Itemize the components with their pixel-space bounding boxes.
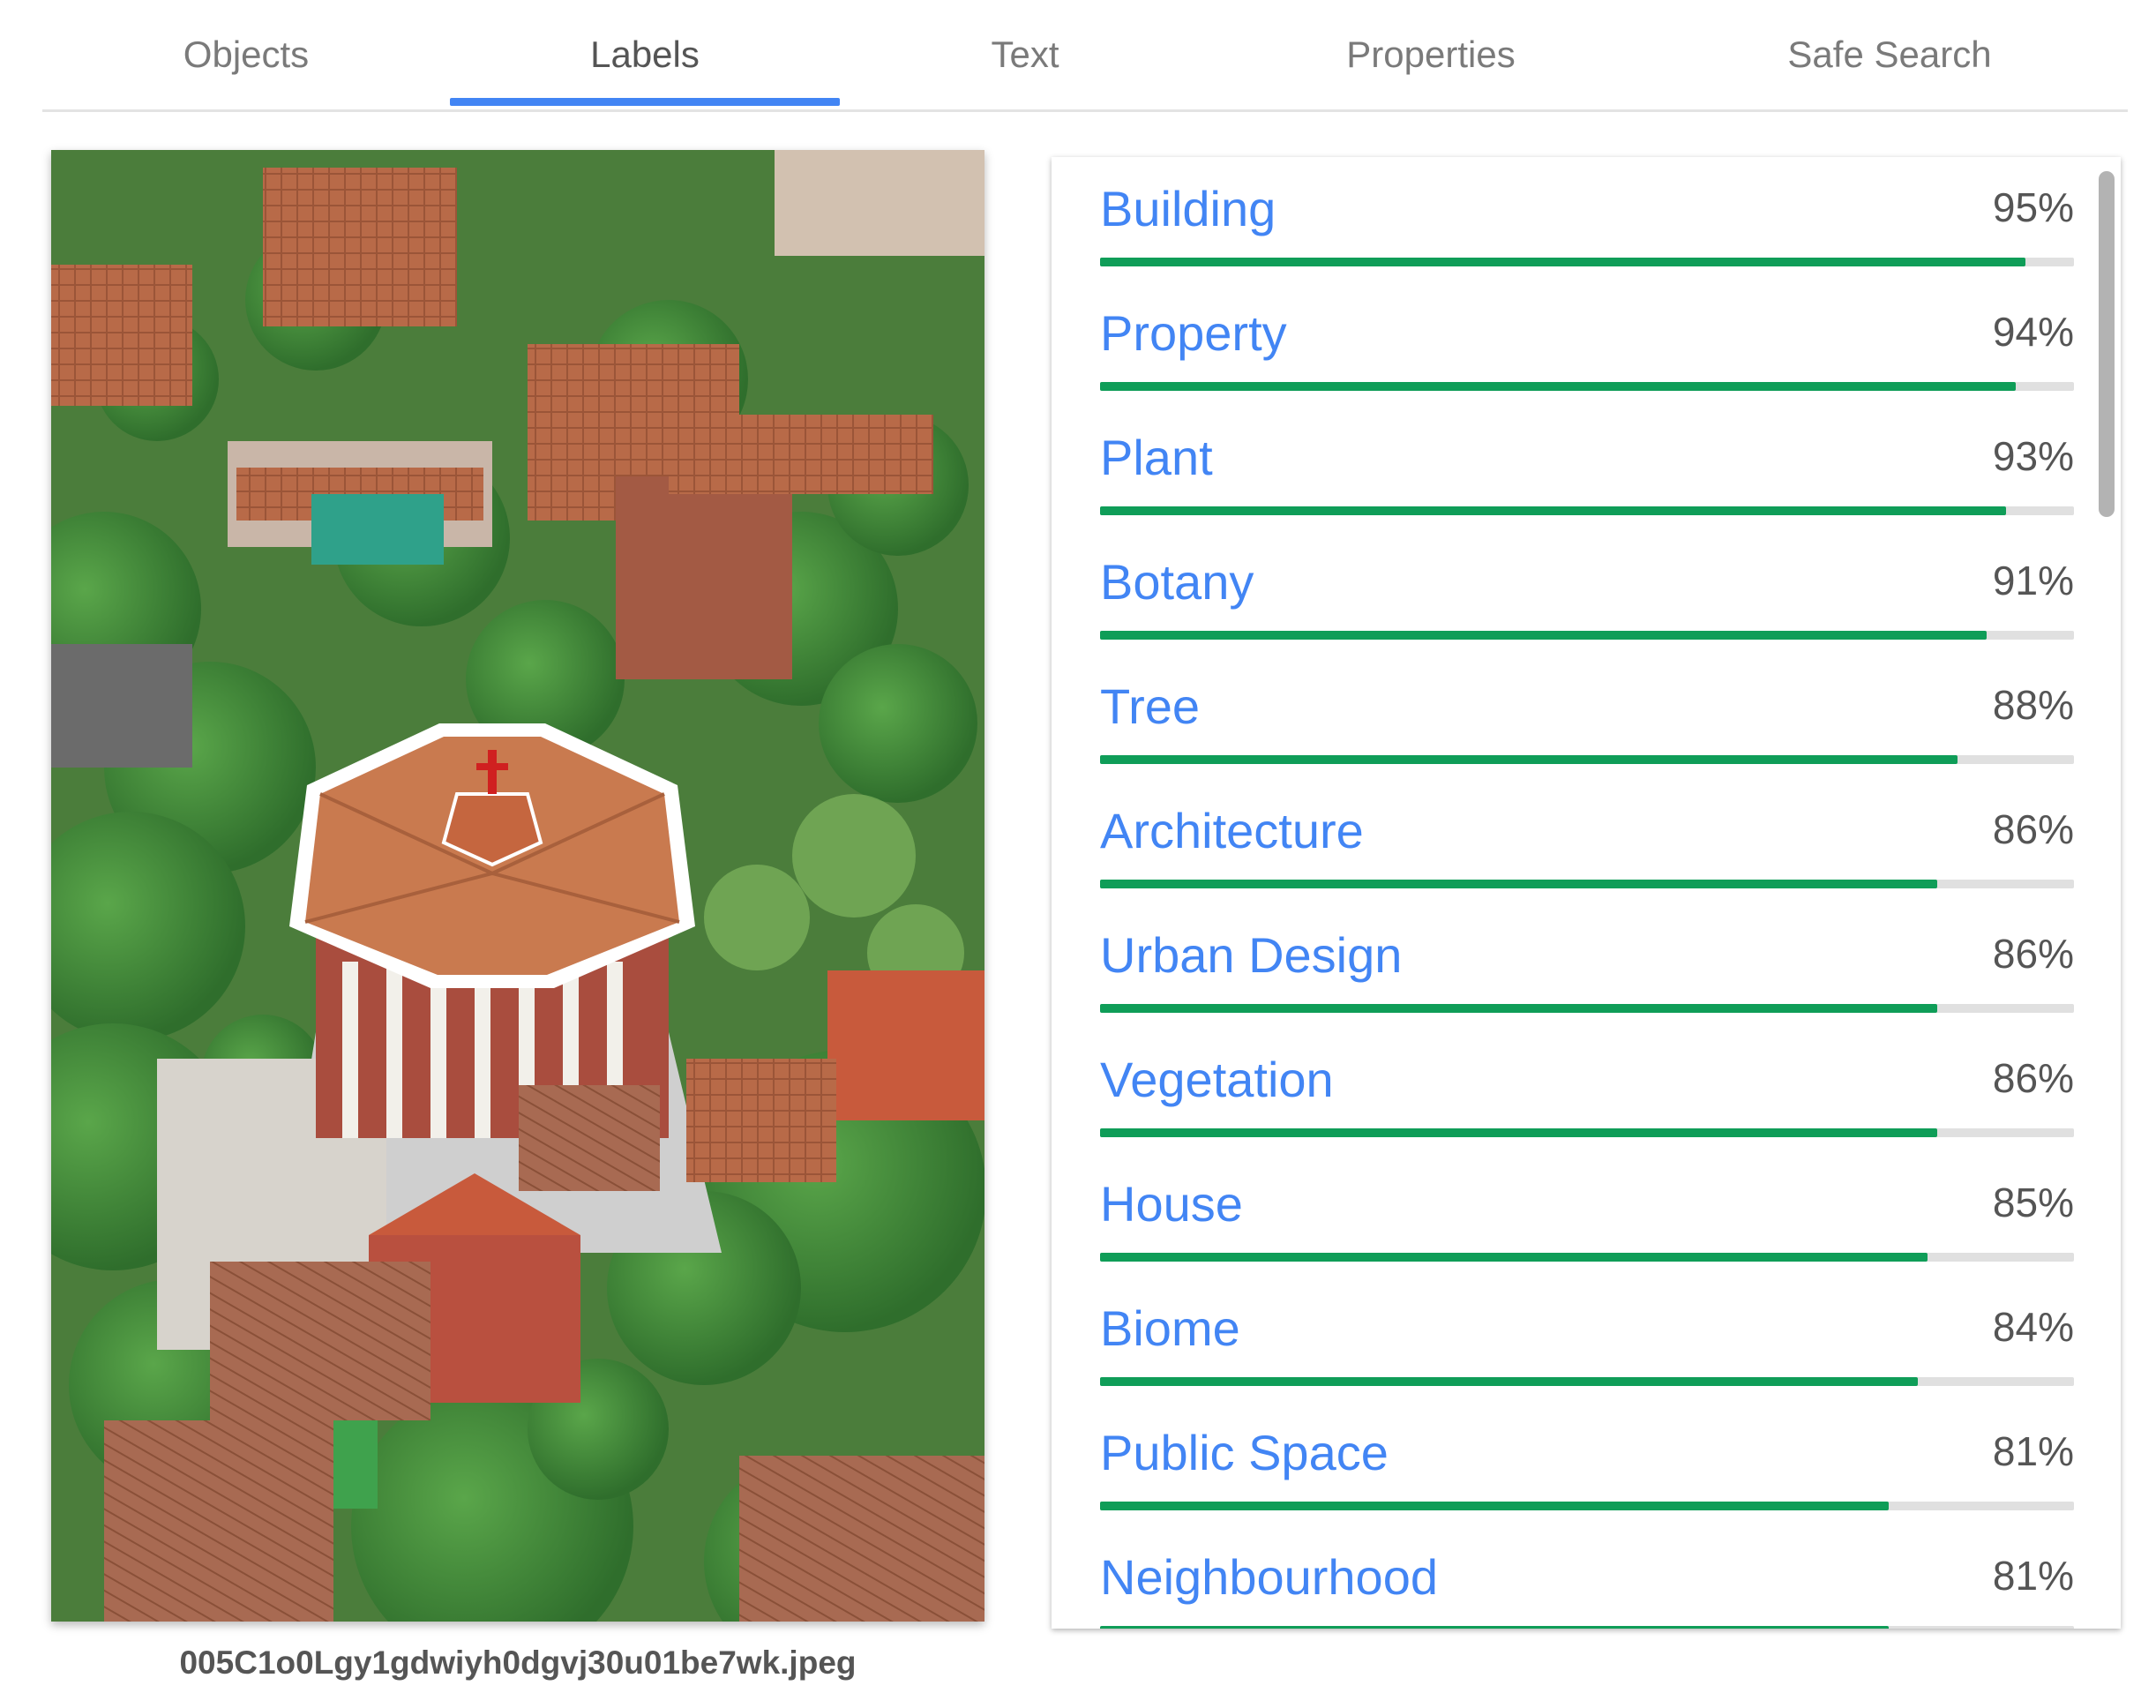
label-row[interactable]: Architecture 86% xyxy=(1100,795,2074,919)
tab-text[interactable]: Text xyxy=(840,0,1210,109)
confidence-bar-track xyxy=(1100,1377,2074,1386)
confidence-bar-fill xyxy=(1100,1253,1928,1262)
active-tab-indicator xyxy=(450,98,840,106)
confidence-bar-track xyxy=(1100,1626,2074,1629)
label-row[interactable]: Neighbourhood 81% xyxy=(1100,1541,2074,1629)
label-row[interactable]: Public Space 81% xyxy=(1100,1417,2074,1541)
label-score: 81% xyxy=(1992,1428,2074,1474)
tab-safe-search[interactable]: Safe Search xyxy=(1651,0,2128,109)
labels-list: Building 95% Property 94% Plant 93% Botany 91% T… xyxy=(1100,173,2074,1629)
label-row[interactable]: Urban Design 86% xyxy=(1100,919,2074,1044)
confidence-bar-fill xyxy=(1100,1128,1938,1137)
image-filename: 005C1o0Lgy1gdwiyh0dgvj30u01be7wk.jpeg xyxy=(179,1644,857,1681)
label-row[interactable]: Plant 93% xyxy=(1100,422,2074,546)
label-row[interactable]: Vegetation 86% xyxy=(1100,1044,2074,1168)
label-row[interactable]: House 85% xyxy=(1100,1168,2074,1292)
confidence-bar-fill xyxy=(1100,1626,1890,1629)
label-name: Tree xyxy=(1100,678,1201,734)
label-score: 86% xyxy=(1992,1055,2074,1101)
confidence-bar-track xyxy=(1100,382,2074,391)
analyzed-photo xyxy=(51,150,984,1622)
confidence-bar-track xyxy=(1100,1502,2074,1510)
label-score: 93% xyxy=(1992,433,2074,479)
confidence-bar-fill xyxy=(1100,1377,1919,1386)
label-row[interactable]: Tree 88% xyxy=(1100,670,2074,795)
label-row[interactable]: Biome 84% xyxy=(1100,1292,2074,1417)
labels-panel: Building 95% Property 94% Plant 93% Botany 91% T… xyxy=(1052,157,2121,1629)
label-score: 86% xyxy=(1992,931,2074,977)
label-score: 94% xyxy=(1992,309,2074,355)
tab-labels[interactable]: Labels xyxy=(450,0,840,109)
label-name: Urban Design xyxy=(1100,927,1403,983)
confidence-bar-track xyxy=(1100,631,2074,640)
confidence-bar-track xyxy=(1100,755,2074,764)
label-name: Plant xyxy=(1100,430,1213,485)
label-row[interactable]: Building 95% xyxy=(1100,173,2074,297)
confidence-bar-fill xyxy=(1100,1004,1938,1013)
label-name: Botany xyxy=(1100,554,1254,610)
label-name: House xyxy=(1100,1176,1243,1232)
label-name: Public Space xyxy=(1100,1425,1389,1480)
confidence-bar-track xyxy=(1100,506,2074,515)
label-score: 86% xyxy=(1992,806,2074,852)
confidence-bar-fill xyxy=(1100,880,1938,888)
label-name: Building xyxy=(1100,181,1276,236)
confidence-bar-fill xyxy=(1100,506,2006,515)
label-row[interactable]: Botany 91% xyxy=(1100,546,2074,670)
confidence-bar-track xyxy=(1100,1128,2074,1137)
confidence-bar-fill xyxy=(1100,1502,1890,1510)
label-score: 91% xyxy=(1992,558,2074,603)
tab-bar: Objects Labels Text Properties Safe Sear… xyxy=(42,0,2128,112)
tab-objects[interactable]: Objects xyxy=(42,0,450,109)
tab-properties[interactable]: Properties xyxy=(1210,0,1651,109)
confidence-bar-track xyxy=(1100,1253,2074,1262)
label-name: Vegetation xyxy=(1100,1052,1334,1107)
label-score: 95% xyxy=(1992,184,2074,230)
label-score: 81% xyxy=(1992,1553,2074,1599)
panel-scrollbar[interactable] xyxy=(2099,171,2115,517)
label-score: 88% xyxy=(1992,682,2074,728)
label-name: Biome xyxy=(1100,1300,1240,1356)
confidence-bar-fill xyxy=(1100,631,1987,640)
label-score: 85% xyxy=(1992,1180,2074,1225)
label-name: Property xyxy=(1100,305,1287,361)
confidence-bar-fill xyxy=(1100,755,1958,764)
label-score: 84% xyxy=(1992,1304,2074,1350)
confidence-bar-track xyxy=(1100,1004,2074,1013)
confidence-bar-fill xyxy=(1100,258,2025,266)
label-name: Architecture xyxy=(1100,803,1364,858)
label-row[interactable]: Property 94% xyxy=(1100,297,2074,422)
confidence-bar-track xyxy=(1100,258,2074,266)
label-name: Neighbourhood xyxy=(1100,1549,1438,1605)
confidence-bar-fill xyxy=(1100,382,2016,391)
confidence-bar-track xyxy=(1100,880,2074,888)
